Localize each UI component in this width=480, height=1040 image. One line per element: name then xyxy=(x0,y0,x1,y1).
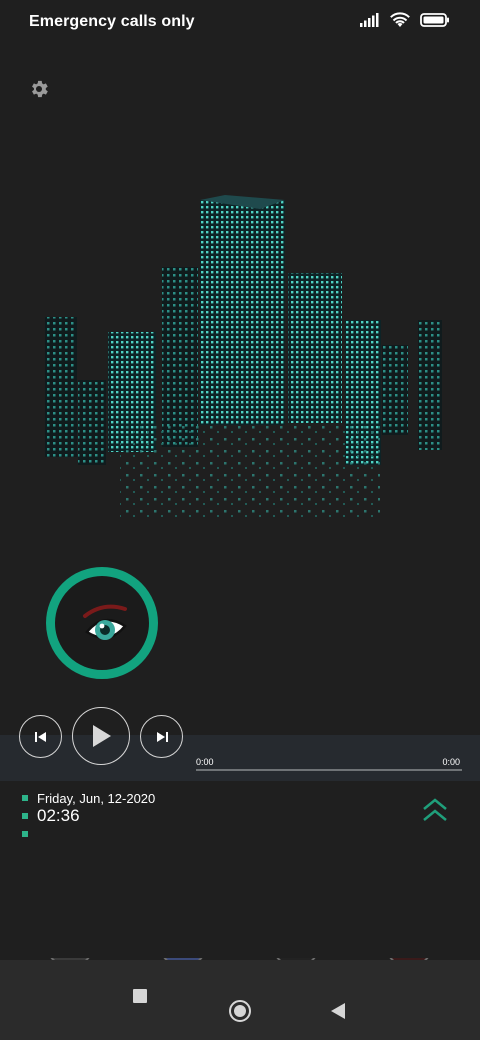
seek-bar[interactable] xyxy=(196,769,462,771)
date-text: Friday, Jun, 12-2020 xyxy=(37,791,156,806)
previous-icon xyxy=(34,731,46,742)
clock-text: 02:36 xyxy=(37,806,80,825)
next-icon xyxy=(156,731,168,742)
status-bar: Emergency calls only xyxy=(0,0,480,44)
status-icons xyxy=(360,12,450,28)
bullet-marker xyxy=(22,813,28,819)
gear-icon[interactable] xyxy=(28,78,50,100)
play-icon xyxy=(93,725,111,747)
eye-icon xyxy=(83,604,127,640)
home-button[interactable] xyxy=(229,1000,251,1022)
play-button[interactable] xyxy=(72,707,130,765)
avatar[interactable] xyxy=(46,567,158,679)
wifi-icon xyxy=(390,12,410,27)
battery-icon xyxy=(420,13,449,27)
status-carrier-text: Emergency calls only xyxy=(29,13,195,30)
recents-button[interactable] xyxy=(133,989,147,1003)
elapsed-time: 0:00 xyxy=(196,757,214,767)
next-button[interactable] xyxy=(140,715,183,758)
bullet-marker xyxy=(22,795,28,801)
previous-button[interactable] xyxy=(19,715,62,758)
home-icon xyxy=(234,1005,246,1017)
bullet-marker xyxy=(22,831,28,837)
duration-time: 0:00 xyxy=(442,757,460,767)
signal-icon xyxy=(360,13,379,27)
double-chevron-up-icon[interactable] xyxy=(420,796,450,824)
city-skyline-illustration xyxy=(45,195,442,520)
back-button[interactable] xyxy=(330,1002,346,1020)
